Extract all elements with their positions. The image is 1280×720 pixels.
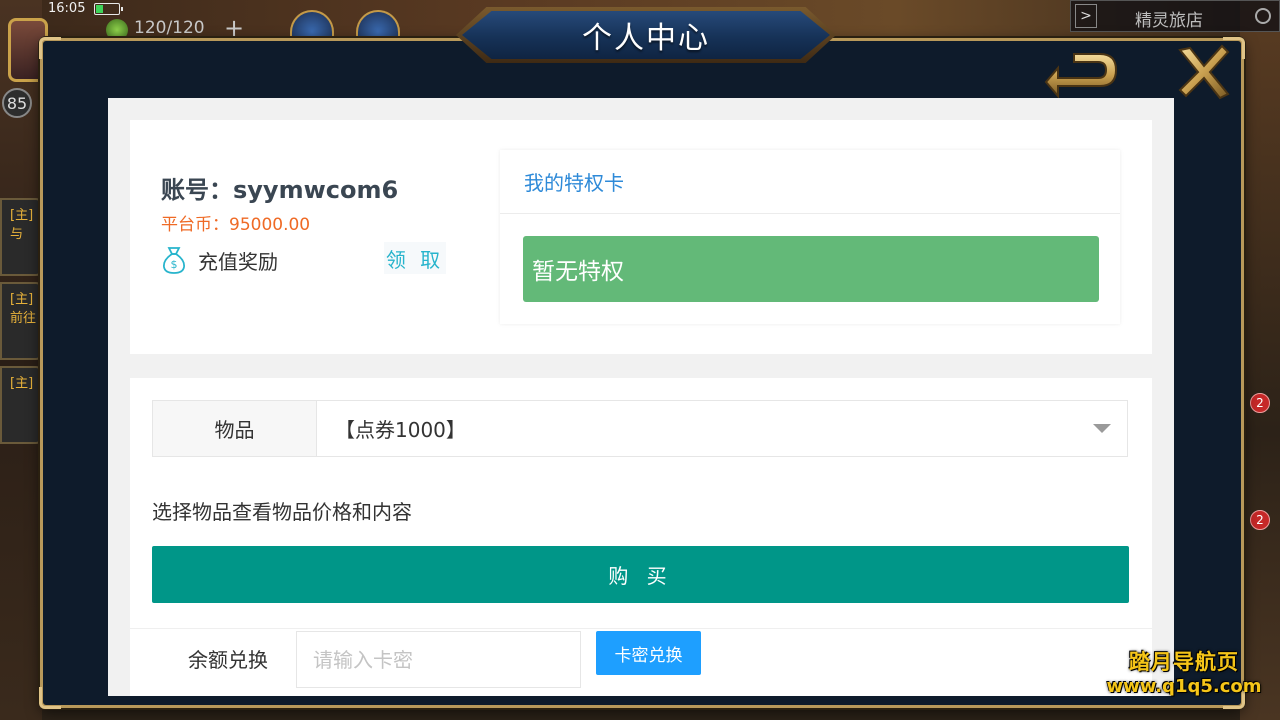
privilege-title: 我的特权卡 bbox=[524, 171, 624, 195]
svg-text:$: $ bbox=[171, 258, 178, 271]
battery-icon bbox=[94, 3, 123, 15]
location-banner[interactable]: > 精灵旅店 bbox=[1070, 0, 1280, 32]
location-name: 精灵旅店 bbox=[1135, 11, 1203, 31]
content-panel: 账号：syymwcom6 平台币：95000.00 $ 充值奖励 领 取 我的特… bbox=[108, 98, 1174, 696]
add-stamina-icon[interactable]: + bbox=[224, 16, 244, 40]
frame-corner bbox=[39, 37, 61, 59]
platform-coin-line: 平台币：95000.00 bbox=[161, 210, 310, 235]
account-card: 账号：syymwcom6 平台币：95000.00 $ 充值奖励 领 取 我的特… bbox=[130, 120, 1152, 354]
privilege-card: 我的特权卡 暂无特权 bbox=[500, 150, 1120, 324]
card-code-input[interactable] bbox=[296, 631, 581, 688]
notification-badge: 2 bbox=[1250, 393, 1270, 413]
watermark-url: www.q1q5.com bbox=[1106, 676, 1262, 697]
stamina-value: 120/120 bbox=[134, 18, 205, 38]
redeem-row: 余额兑换 卡密兑换 bbox=[130, 628, 1152, 696]
title-plate: 个人中心 bbox=[462, 11, 830, 59]
quest-tab[interactable]: [主]前往 bbox=[0, 282, 42, 360]
quest-tab[interactable]: [主]与 bbox=[0, 198, 42, 276]
site-watermark: 踏月导航页 www.q1q5.com bbox=[1094, 646, 1274, 697]
game-right-panel bbox=[1240, 0, 1280, 720]
claim-button[interactable]: 领 取 bbox=[384, 242, 446, 274]
coin-value: 95000.00 bbox=[229, 215, 311, 235]
chevron-down-icon[interactable] bbox=[1077, 401, 1127, 456]
shop-card: 物品 【点券1000】 选择物品查看物品价格和内容 购 买 bbox=[130, 378, 1152, 628]
item-hint-text: 选择物品查看物品价格和内容 bbox=[152, 500, 412, 524]
quest-tab-label: [主]与 bbox=[10, 208, 34, 242]
coin-label: 平台币： bbox=[161, 215, 229, 235]
search-icon[interactable] bbox=[1255, 8, 1271, 24]
quest-tab-label: [主] bbox=[10, 376, 34, 391]
account-name: syymwcom6 bbox=[233, 176, 399, 204]
quest-tab-label: [主]前往 bbox=[10, 292, 37, 326]
frame-corner bbox=[39, 687, 61, 709]
no-privilege-notice: 暂无特权 bbox=[523, 236, 1099, 302]
expand-arrow-icon[interactable]: > bbox=[1075, 4, 1097, 28]
card-redeem-button[interactable]: 卡密兑换 bbox=[596, 631, 701, 675]
back-arrow-icon bbox=[1044, 53, 1118, 99]
recharge-reward-label: 充值奖励 bbox=[198, 250, 278, 274]
account-line: 账号：syymwcom6 bbox=[161, 170, 398, 205]
account-label: 账号： bbox=[161, 176, 233, 204]
quest-tab[interactable]: [主] bbox=[0, 366, 42, 444]
item-select-label: 物品 bbox=[153, 401, 317, 456]
privilege-header: 我的特权卡 bbox=[500, 150, 1120, 214]
back-button[interactable] bbox=[1044, 44, 1120, 100]
item-select[interactable]: 物品 【点券1000】 bbox=[152, 400, 1128, 457]
battery-level bbox=[96, 5, 103, 13]
close-button[interactable] bbox=[1176, 44, 1232, 100]
buy-button[interactable]: 购 买 bbox=[152, 546, 1129, 603]
close-x-icon bbox=[1178, 44, 1230, 100]
redeem-label: 余额兑换 bbox=[188, 648, 268, 672]
modal-title: 个人中心 bbox=[582, 21, 710, 56]
notification-badge: 2 bbox=[1250, 510, 1270, 530]
watermark-title: 踏月导航页 bbox=[1129, 650, 1239, 674]
item-select-value: 【点券1000】 bbox=[335, 418, 466, 442]
status-time: 16:05 bbox=[48, 1, 86, 16]
money-bag-icon: $ bbox=[163, 247, 185, 274]
player-level-badge: 85 bbox=[2, 88, 32, 118]
